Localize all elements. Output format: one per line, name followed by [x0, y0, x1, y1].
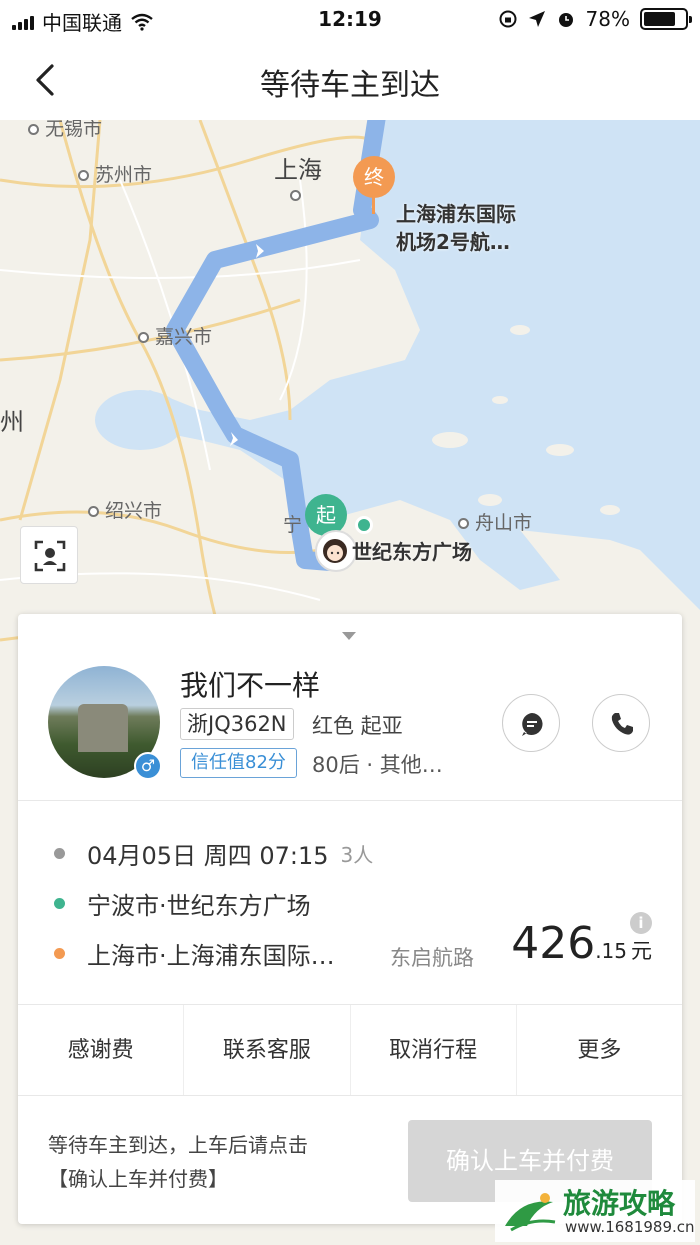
- origin-map-label: 世纪东方广场: [352, 540, 472, 564]
- watermark-url: www.1681989.cn: [565, 1218, 695, 1236]
- price-integer: 426: [511, 918, 596, 969]
- locate-icon: [34, 540, 66, 572]
- watermark: 旅游攻略 www.1681989.cn: [495, 1180, 695, 1242]
- price-unit: 元: [631, 939, 652, 963]
- thanks-fee-button[interactable]: 感谢费: [18, 1005, 185, 1095]
- divider: [18, 800, 682, 801]
- trust-score-badge[interactable]: 信任值82分: [180, 748, 297, 778]
- trip-datetime: 04月05日 周四 07:15: [87, 842, 329, 870]
- license-plate: 浙JQ362N: [180, 708, 294, 740]
- chat-icon: [522, 713, 543, 736]
- destination-map-label: 上海浦东国际 机场2号航…: [396, 200, 516, 256]
- origin-dot-icon: [54, 898, 65, 909]
- male-icon: ♂: [134, 752, 162, 780]
- boarding-hint: 等待车主到达，上车后请点击 【确认上车并付费】: [48, 1128, 378, 1196]
- action-bar: 感谢费 联系客服 取消行程 更多: [18, 1004, 682, 1096]
- city-dot-icon: [88, 506, 99, 517]
- travel-logo-icon: [505, 1193, 556, 1232]
- city-dot-icon: [28, 124, 39, 135]
- locate-button[interactable]: [20, 526, 78, 584]
- islands: [432, 325, 620, 515]
- contact-service-button[interactable]: 联系客服: [184, 1005, 351, 1095]
- battery-fill: [644, 12, 676, 26]
- collapse-handle-icon[interactable]: [342, 632, 356, 640]
- cancel-trip-button[interactable]: 取消行程: [351, 1005, 517, 1095]
- map-label-shanghai: 上海: [274, 156, 322, 184]
- battery-icon: [640, 8, 692, 30]
- message-button[interactable]: [502, 694, 560, 752]
- status-bar: 中国联通 12:19 78%: [0, 0, 700, 40]
- destination-label-line2: 机场2号航…: [396, 230, 510, 254]
- driver-name: 我们不一样: [180, 669, 321, 702]
- trip-price[interactable]: 426.15 元: [511, 918, 652, 969]
- battery-percent: 78%: [585, 7, 630, 31]
- phone-icon: [611, 713, 633, 735]
- alarm-icon: [558, 13, 573, 27]
- trip-destination-row: 上海市·上海浦东国际…: [54, 936, 335, 971]
- city-dot-icon: [290, 190, 301, 201]
- destination-pin-stem: [372, 196, 375, 214]
- map-label-shanghai-dot: [290, 184, 307, 206]
- map-label-ningbo: 宁: [283, 514, 303, 536]
- city-dot-icon: [458, 518, 469, 529]
- location-arrow-icon: [528, 11, 545, 27]
- page-title: 等待车主到达: [260, 68, 440, 103]
- map-label-suzhou: 苏州市: [78, 160, 152, 187]
- trip-origin: 宁波市·世纪东方广场: [87, 892, 311, 920]
- trip-destination: 上海市·上海浦东国际…: [87, 942, 335, 970]
- trip-time-row: 04月05日 周四 07:15 3人: [54, 836, 373, 871]
- trip-origin-row: 宁波市·世纪东方广场: [54, 886, 311, 921]
- watermark-title: 旅游攻略: [563, 1187, 676, 1220]
- destination-pin[interactable]: 终: [353, 156, 395, 198]
- status-right: 78%: [498, 7, 692, 31]
- lake: [95, 390, 185, 450]
- map-label-jiaxing: 嘉兴市: [138, 322, 212, 349]
- trip-card: ♂ 我们不一样 浙JQ362N 红色 起亚 信任值82分 80后 · 其他… 0…: [18, 614, 682, 1224]
- current-location-dot: [355, 516, 373, 534]
- user-avatar-marker[interactable]: [315, 530, 357, 572]
- map-label-wuxi: 无锡市: [28, 120, 102, 141]
- clock-icon: [54, 848, 65, 859]
- hint-line1: 等待车主到达，上车后请点击: [48, 1133, 308, 1157]
- girl-avatar-icon: [323, 539, 347, 563]
- map-label-zhoushan: 舟山市: [458, 508, 532, 535]
- more-button[interactable]: 更多: [517, 1005, 682, 1095]
- car-description: 红色 起亚: [312, 714, 403, 738]
- map-label-zhou: 州: [0, 408, 24, 436]
- city-dot-icon: [78, 170, 89, 181]
- destination-label-line1: 上海浦东国际: [396, 202, 516, 226]
- hint-line2: 【确认上车并付费】: [48, 1167, 228, 1191]
- price-decimal: .15: [595, 939, 627, 963]
- nav-bar: 等待车主到达: [0, 40, 700, 120]
- city-dot-icon: [138, 332, 149, 343]
- destination-dot-icon: [54, 948, 65, 959]
- call-button[interactable]: [592, 694, 650, 752]
- passenger-count: 3人: [340, 843, 374, 867]
- road-note: 东启航路: [390, 946, 474, 970]
- driver-tags: 80后 · 其他…: [312, 753, 443, 777]
- rotation-lock-icon: [499, 10, 517, 28]
- map-label-shaoxing: 绍兴市: [88, 496, 162, 523]
